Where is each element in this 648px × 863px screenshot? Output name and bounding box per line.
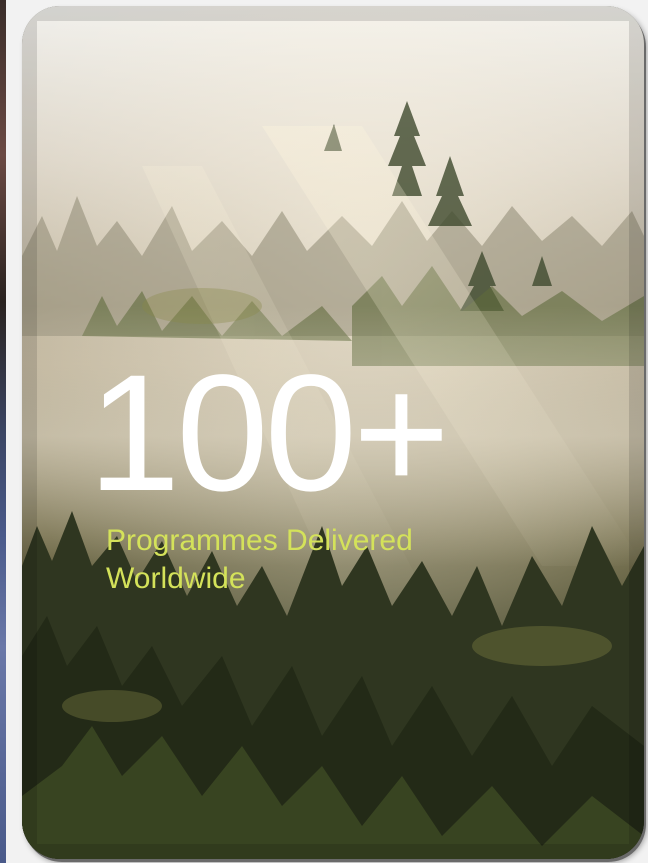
stat-caption-line-2: Worldwide	[106, 562, 246, 595]
stat-caption: Programmes Delivered Worldwide	[106, 522, 566, 598]
adjacent-content-edge	[0, 0, 6, 863]
stat-card: 100+ Programmes Delivered Worldwide	[22, 6, 644, 859]
page: 100+ Programmes Delivered Worldwide	[0, 0, 648, 863]
stat-caption-line-1: Programmes Delivered	[106, 524, 413, 557]
stat-value: 100+	[88, 341, 450, 526]
